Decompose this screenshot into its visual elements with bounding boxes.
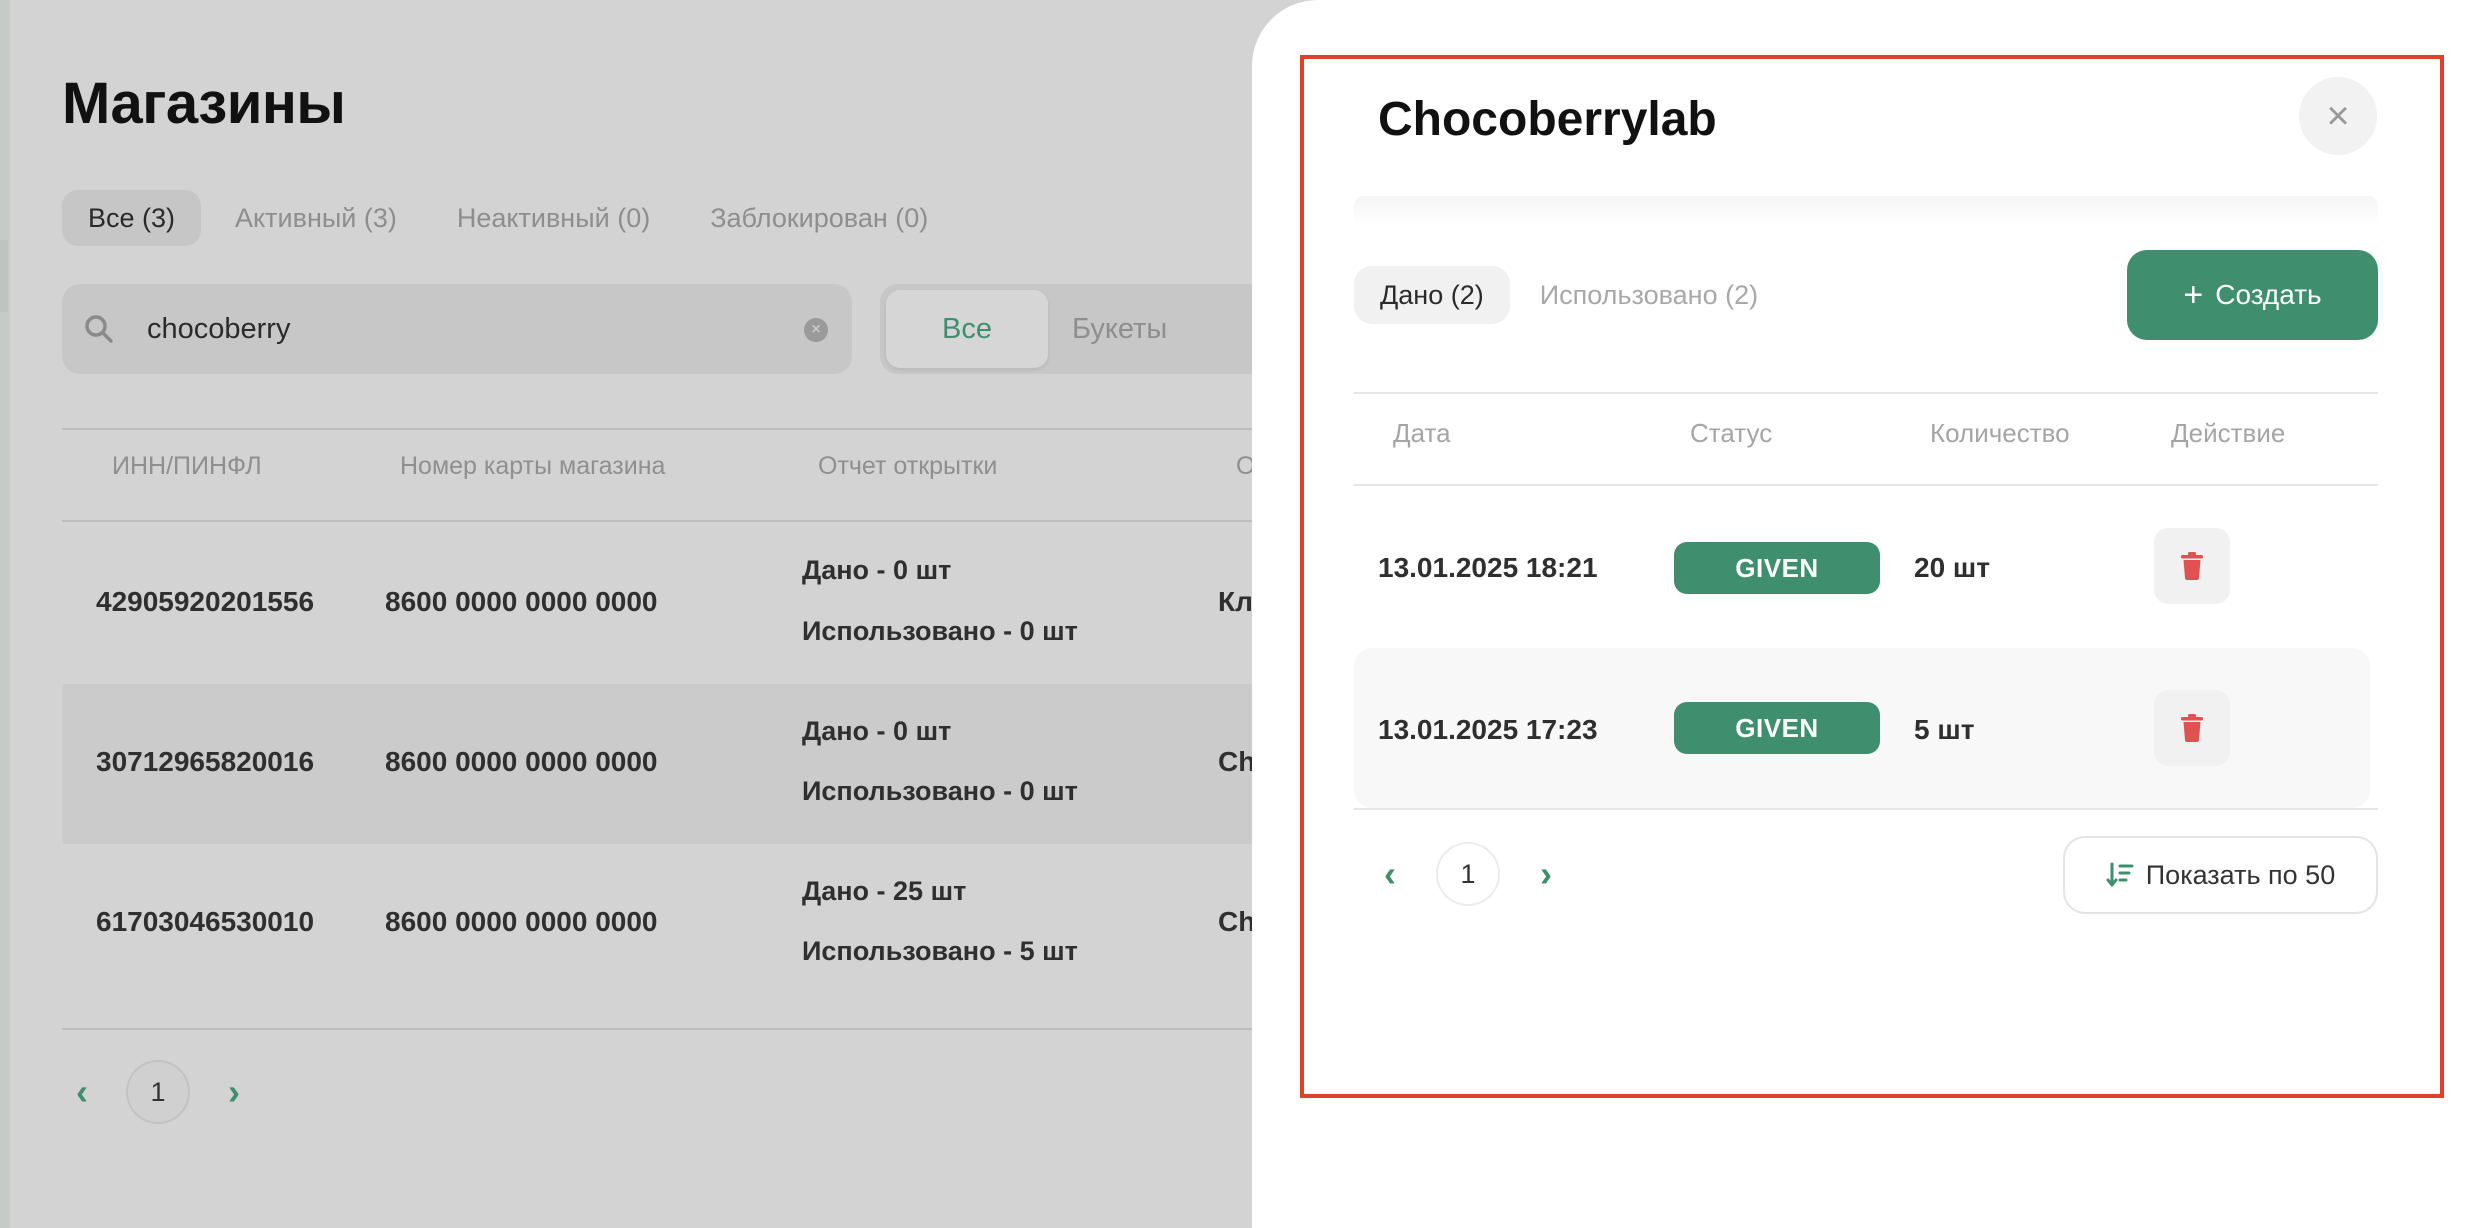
tab-blocked[interactable]: Заблокирован (0) [684,190,954,246]
status-badge: GIVEN [1674,702,1880,754]
status-tabs: Все (3) Активный (3) Неактивный (0) Забл… [62,190,954,246]
sidebar-active-marker [0,240,8,312]
table-row[interactable]: 13.01.2025 18:21 GIVEN 20 шт [1354,486,2370,646]
search-icon [82,312,116,346]
drawer-pagination: ‹ 1 › [1370,842,1566,906]
table-top-divider [62,428,1262,430]
tab-given[interactable]: Дано (2) [1354,266,1510,324]
drawer-table-top-divider [1354,392,2378,394]
trash-icon [2181,714,2203,742]
search-input[interactable] [147,304,747,354]
cell-card: 8600 0000 0000 0000 [385,746,658,777]
table-pagination: ‹ 1 › [62,1060,254,1124]
tab-all[interactable]: Все (3) [62,190,202,246]
chevron-right-icon[interactable]: › [1526,854,1566,894]
cell-used: Использовано - 0 шт [802,776,1078,806]
cell-card: 8600 0000 0000 0000 [385,906,658,937]
info-strip [1354,196,2378,226]
clear-search-icon[interactable]: × [804,318,828,342]
cell-used: Использовано - 0 шт [802,616,1078,646]
delete-button[interactable] [2154,690,2230,766]
row-quantity: 20 шт [1914,552,1990,583]
column-header-card: Номер карты магазина [400,452,666,480]
trash-icon [2181,552,2203,580]
table-bottom-divider [62,1028,1262,1030]
row-quantity: 5 шт [1914,714,1975,745]
drawer-table-bottom-divider [1354,808,2378,810]
segment-all[interactable]: Все [886,290,1048,368]
column-header-date: Дата [1393,418,1451,448]
cell-extra: Ch [1218,906,1256,937]
chevron-left-icon[interactable]: ‹ [62,1072,102,1112]
status-badge: GIVEN [1674,542,1880,594]
cell-extra: Ch [1218,746,1256,777]
close-icon: × [2326,93,2350,138]
cell-used: Использовано - 5 шт [802,936,1078,966]
chevron-left-icon[interactable]: ‹ [1370,854,1410,894]
sort-icon [2106,862,2134,887]
segment-bouquets[interactable]: Букеты [1058,290,1181,368]
cell-given: Дано - 25 шт [802,876,967,906]
close-button[interactable]: × [2299,77,2377,155]
cell-given: Дано - 0 шт [802,716,952,746]
cell-inn: 61703046530010 [96,906,315,937]
drawer-tabs: Дано (2) Использовано (2) [1354,266,1784,324]
tab-active[interactable]: Активный (3) [209,190,423,246]
delete-button[interactable] [2154,528,2230,604]
cell-inn: 30712965820016 [96,746,315,777]
column-header-action: Действие [2171,418,2286,448]
column-header-inn: ИНН/ПИНФЛ [112,452,262,480]
cell-given: Дано - 0 шт [802,555,952,585]
cell-card: 8600 0000 0000 0000 [385,586,658,617]
drawer-title: Chocoberrylab [1378,93,1717,146]
cell-inn: 42905920201556 [96,586,315,617]
row-date: 13.01.2025 18:21 [1378,552,1598,583]
create-button[interactable]: + Создать [2127,250,2378,340]
page-number[interactable]: 1 [126,1060,190,1124]
page-title: Магазины [62,71,346,136]
column-header-qty: Количество [1930,418,2070,448]
column-header-report: Отчет открытки [818,452,998,480]
page-size-button[interactable]: Показать по 50 [2063,836,2378,914]
page-size-label: Показать по 50 [2145,859,2336,890]
search-box: × [62,284,852,374]
row-date: 13.01.2025 17:23 [1378,714,1598,745]
tab-used[interactable]: Использовано (2) [1514,266,1784,324]
page-number[interactable]: 1 [1436,842,1500,906]
tab-inactive[interactable]: Неактивный (0) [431,190,676,246]
create-button-label: Создать [2215,279,2322,310]
sidebar-edge [0,0,10,1228]
chevron-right-icon[interactable]: › [214,1072,254,1112]
plus-icon: + [2183,276,2204,314]
table-row[interactable]: 13.01.2025 17:23 GIVEN 5 шт [1354,648,2370,808]
column-header-status: Статус [1690,418,1773,448]
